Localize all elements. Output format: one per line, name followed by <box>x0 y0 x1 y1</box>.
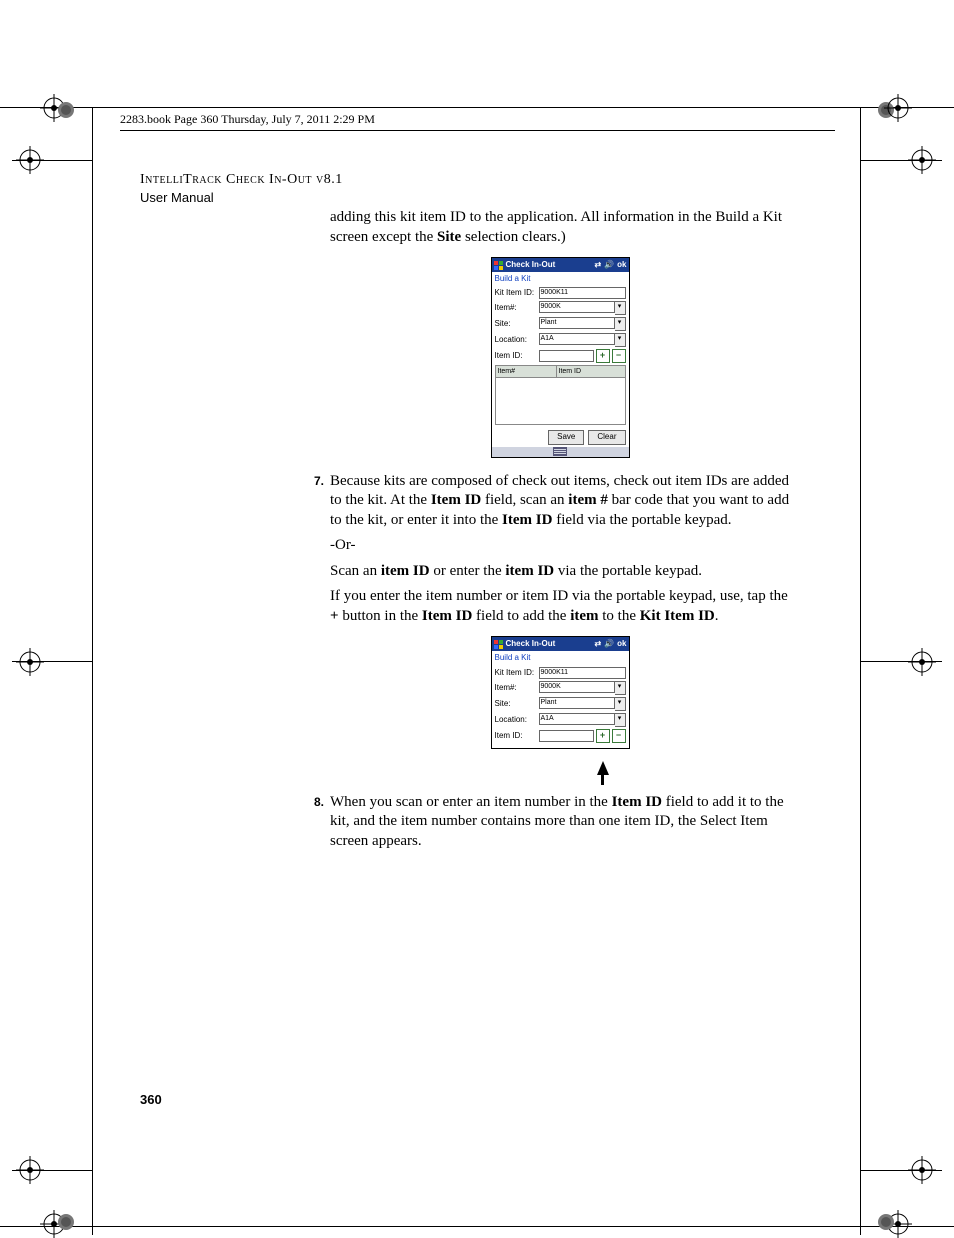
step-8-number: 8. <box>300 795 324 811</box>
items-table: Item# Item ID <box>495 365 626 425</box>
step-8-text: When you scan or enter an item number in… <box>330 793 790 852</box>
registration-mark-icon <box>908 1156 936 1184</box>
volume-icon: 🔊 <box>604 260 614 270</box>
connectivity-icon: ⇄ <box>594 639 601 649</box>
minus-button[interactable]: − <box>612 729 626 743</box>
field-item-id[interactable] <box>539 350 594 362</box>
label-item-num: Item#: <box>495 683 539 693</box>
step-7-text: Because kits are composed of check out i… <box>330 472 790 531</box>
save-button[interactable]: Save <box>548 430 584 444</box>
app-screenshot-1: Check In-Out ⇄ 🔊 ok Build a Kit Kit Item… <box>491 257 630 458</box>
field-site[interactable]: Plant <box>539 697 615 709</box>
windows-flag-icon <box>494 640 503 649</box>
dropdown-item-num[interactable]: ▾ <box>615 301 626 315</box>
product-title: IntelliTrack Check In-Out v8.1 <box>140 172 343 188</box>
field-kit-item-id[interactable]: 9000K11 <box>539 287 626 299</box>
registration-mark-icon <box>908 146 936 174</box>
keyboard-icon[interactable] <box>553 447 567 456</box>
app-title: Check In-Out <box>506 260 595 270</box>
volume-icon: 🔊 <box>604 639 614 649</box>
field-item-id[interactable] <box>539 730 594 742</box>
label-item-num: Item#: <box>495 303 539 313</box>
label-kit-item-id: Kit Item ID: <box>495 288 539 298</box>
app-titlebar: Check In-Out ⇄ 🔊 ok <box>492 637 629 651</box>
dropdown-location[interactable]: ▾ <box>615 333 626 347</box>
minus-button[interactable]: − <box>612 349 626 363</box>
step-7-number: 7. <box>300 474 324 490</box>
ok-button[interactable]: ok <box>617 260 626 270</box>
col-item-num: Item# <box>496 366 557 377</box>
dropdown-location[interactable]: ▾ <box>615 713 626 727</box>
registration-dot-icon <box>56 100 76 120</box>
label-location: Location: <box>495 715 539 725</box>
app-screenshot-2: Check In-Out ⇄ 🔊 ok Build a Kit Kit Item… <box>491 636 630 748</box>
or-text: -Or- <box>330 536 790 556</box>
enter-line: If you enter the item number or item ID … <box>330 587 790 626</box>
col-item-id: Item ID <box>557 366 625 377</box>
field-kit-item-id[interactable]: 9000K11 <box>539 667 626 679</box>
app-subtitle: Build a Kit <box>492 272 629 287</box>
dropdown-site[interactable]: ▾ <box>615 697 626 711</box>
page-number: 360 <box>140 1092 162 1107</box>
plus-button[interactable]: + <box>596 349 610 363</box>
label-location: Location: <box>495 335 539 345</box>
label-site: Site: <box>495 699 539 709</box>
app-footer <box>492 447 629 457</box>
connectivity-icon: ⇄ <box>594 260 601 270</box>
page-header-line: 2283.book Page 360 Thursday, July 7, 201… <box>120 112 375 127</box>
app-subtitle: Build a Kit <box>492 651 629 666</box>
scan-line: Scan an item ID or enter the item ID via… <box>330 562 790 582</box>
app-titlebar: Check In-Out ⇄ 🔊 ok <box>492 258 629 272</box>
registration-dot-icon <box>876 1212 896 1232</box>
product-subtitle: User Manual <box>140 190 214 205</box>
registration-mark-icon <box>908 648 936 676</box>
callout-arrow-icon <box>492 761 629 785</box>
clear-button[interactable]: Clear <box>588 430 625 444</box>
intro-para: adding this kit item ID to the applicati… <box>330 208 790 247</box>
dropdown-site[interactable]: ▾ <box>615 317 626 331</box>
header-rule <box>120 130 835 131</box>
label-site: Site: <box>495 319 539 329</box>
label-kit-item-id: Kit Item ID: <box>495 668 539 678</box>
windows-flag-icon <box>494 261 503 270</box>
field-location[interactable]: A1A <box>539 713 615 725</box>
plus-button[interactable]: + <box>596 729 610 743</box>
label-item-id: Item ID: <box>495 351 539 361</box>
field-item-num[interactable]: 9000K <box>539 681 615 693</box>
registration-mark-icon <box>16 1156 44 1184</box>
field-location[interactable]: A1A <box>539 333 615 345</box>
registration-mark-icon <box>884 94 912 122</box>
field-item-num[interactable]: 9000K <box>539 301 615 313</box>
label-item-id: Item ID: <box>495 731 539 741</box>
registration-dot-icon <box>56 1212 76 1232</box>
ok-button[interactable]: ok <box>617 639 626 649</box>
registration-mark-icon <box>16 146 44 174</box>
app-title: Check In-Out <box>506 639 595 649</box>
field-site[interactable]: Plant <box>539 317 615 329</box>
registration-mark-icon <box>16 648 44 676</box>
dropdown-item-num[interactable]: ▾ <box>615 681 626 695</box>
